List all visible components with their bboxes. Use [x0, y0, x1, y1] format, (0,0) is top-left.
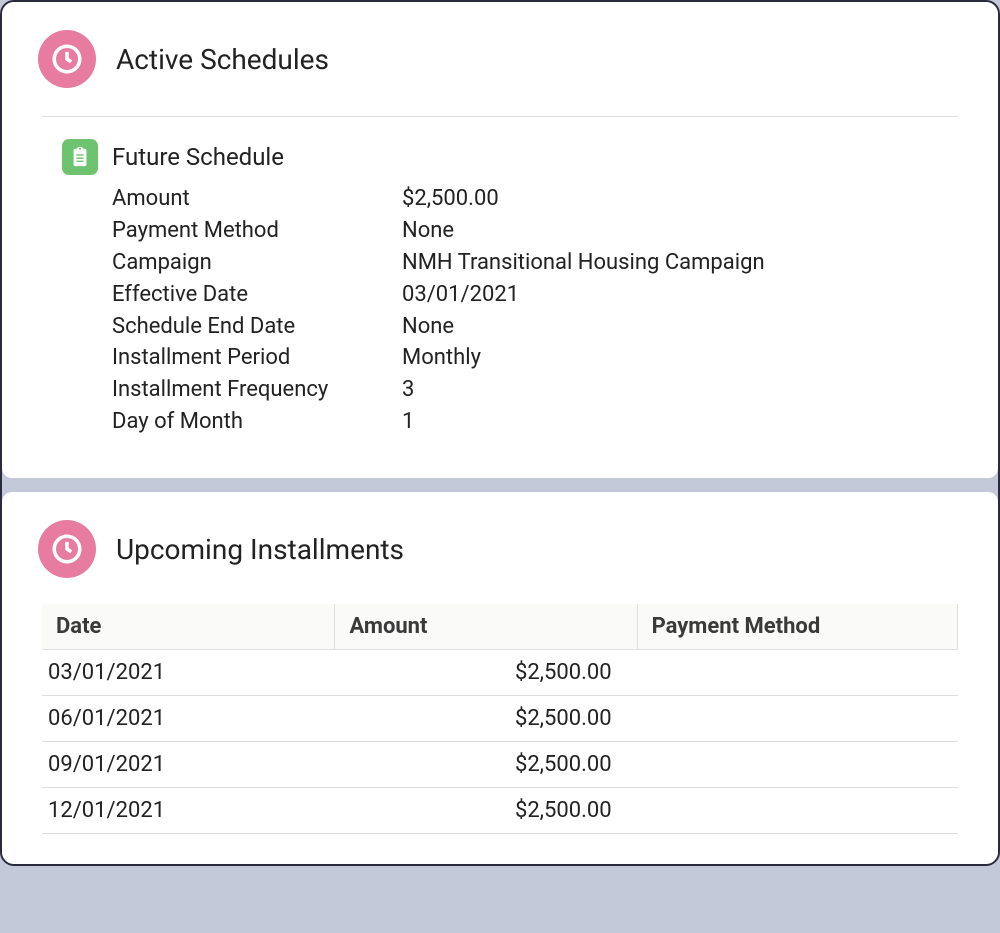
schedule-detail-list: Amount $2,500.00 Payment Method None Cam… — [112, 183, 958, 438]
cell-amount: $2,500.00 — [335, 788, 637, 834]
cell-date: 12/01/2021 — [42, 788, 335, 834]
label-installment-period: Installment Period — [112, 342, 402, 374]
cell-amount: $2,500.00 — [335, 742, 637, 788]
detail-row-payment-method: Payment Method None — [112, 215, 958, 247]
label-campaign: Campaign — [112, 247, 402, 279]
table-row: 06/01/2021$2,500.00 — [42, 696, 958, 742]
value-amount: $2,500.00 — [402, 183, 958, 215]
table-row: 09/01/2021$2,500.00 — [42, 742, 958, 788]
active-schedules-title: Active Schedules — [116, 43, 329, 76]
value-campaign: NMH Transitional Housing Campaign — [402, 247, 958, 279]
upcoming-installments-title: Upcoming Installments — [116, 533, 404, 566]
active-schedules-header: Active Schedules — [2, 2, 998, 106]
detail-row-schedule-end-date: Schedule End Date None — [112, 311, 958, 343]
cell-payment-method — [637, 742, 957, 788]
detail-row-effective-date: Effective Date 03/01/2021 — [112, 279, 958, 311]
cell-payment-method — [637, 696, 957, 742]
clock-icon — [38, 520, 96, 578]
detail-row-installment-frequency: Installment Frequency 3 — [112, 374, 958, 406]
cell-amount: $2,500.00 — [335, 696, 637, 742]
clipboard-icon — [62, 139, 98, 175]
future-schedule-title: Future Schedule — [112, 143, 284, 171]
value-effective-date: 03/01/2021 — [402, 279, 958, 311]
installments-table-wrap: Date Amount Payment Method 03/01/2021$2,… — [2, 596, 998, 864]
upcoming-installments-card: Upcoming Installments Date Amount Paymen… — [2, 492, 998, 864]
cell-date: 09/01/2021 — [42, 742, 335, 788]
upcoming-installments-header: Upcoming Installments — [2, 492, 998, 596]
detail-row-day-of-month: Day of Month 1 — [112, 406, 958, 438]
cell-payment-method — [637, 650, 957, 696]
clock-icon — [38, 30, 96, 88]
table-row: 03/01/2021$2,500.00 — [42, 650, 958, 696]
value-schedule-end-date: None — [402, 311, 958, 343]
col-header-date: Date — [42, 604, 335, 650]
label-amount: Amount — [112, 183, 402, 215]
future-schedule-header: Future Schedule — [62, 139, 958, 175]
future-schedule-block: Future Schedule Amount $2,500.00 Payment… — [2, 117, 998, 478]
detail-row-campaign: Campaign NMH Transitional Housing Campai… — [112, 247, 958, 279]
cell-date: 03/01/2021 — [42, 650, 335, 696]
detail-row-installment-period: Installment Period Monthly — [112, 342, 958, 374]
table-row: 12/01/2021$2,500.00 — [42, 788, 958, 834]
value-payment-method: None — [402, 215, 958, 247]
col-header-payment-method: Payment Method — [637, 604, 957, 650]
label-schedule-end-date: Schedule End Date — [112, 311, 402, 343]
cell-date: 06/01/2021 — [42, 696, 335, 742]
value-installment-frequency: 3 — [402, 374, 958, 406]
active-schedules-card: Active Schedules Future Schedule Amount … — [2, 2, 998, 478]
label-installment-frequency: Installment Frequency — [112, 374, 402, 406]
detail-row-amount: Amount $2,500.00 — [112, 183, 958, 215]
label-effective-date: Effective Date — [112, 279, 402, 311]
col-header-amount: Amount — [335, 604, 637, 650]
installments-table: Date Amount Payment Method 03/01/2021$2,… — [42, 604, 958, 834]
cell-payment-method — [637, 788, 957, 834]
label-day-of-month: Day of Month — [112, 406, 402, 438]
value-installment-period: Monthly — [402, 342, 958, 374]
cell-amount: $2,500.00 — [335, 650, 637, 696]
label-payment-method: Payment Method — [112, 215, 402, 247]
value-day-of-month: 1 — [402, 406, 958, 438]
